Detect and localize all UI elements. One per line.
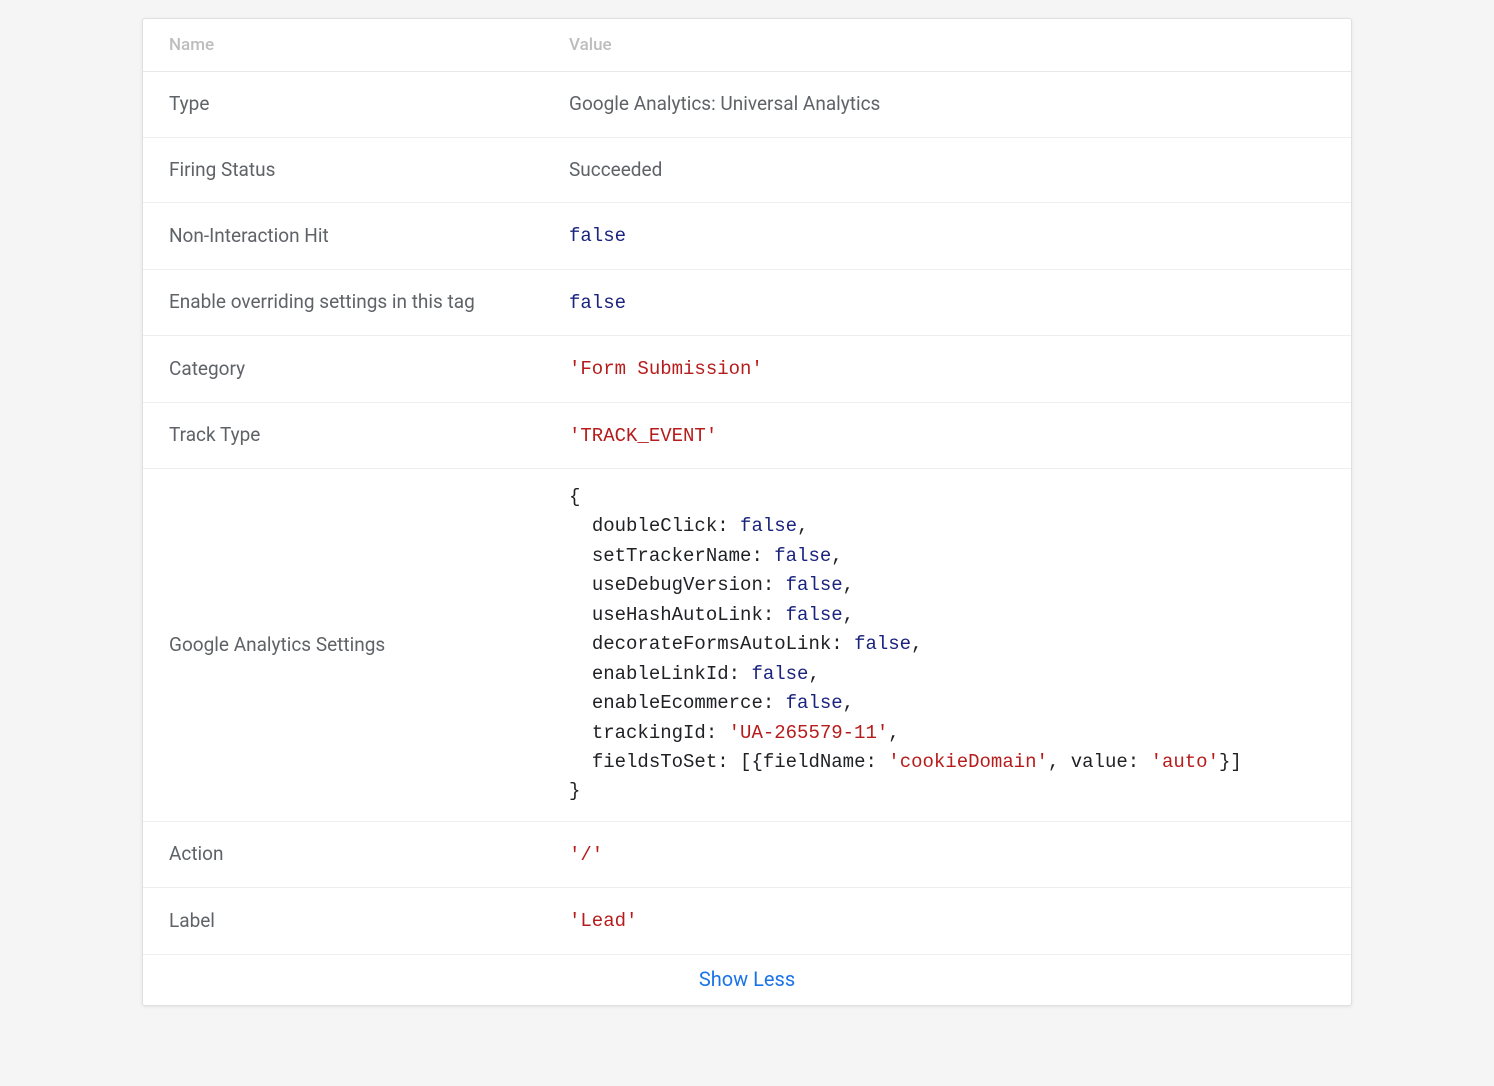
table-row: Track Type 'TRACK_EVENT' (143, 402, 1351, 469)
tag-details-table: Name Value Type Google Analytics: Univer… (143, 19, 1351, 955)
tag-details-card: Name Value Type Google Analytics: Univer… (142, 18, 1352, 1006)
row-name-label: Label (143, 888, 543, 955)
table-row: Google Analytics Settings { doubleClick:… (143, 469, 1351, 822)
row-name-ga-settings: Google Analytics Settings (143, 469, 543, 822)
table-row: Enable overriding settings in this tag f… (143, 269, 1351, 336)
row-value-non-interaction: false (543, 203, 1351, 270)
show-less-button[interactable]: Show Less (699, 967, 795, 991)
row-name-firing-status: Firing Status (143, 137, 543, 203)
table-row: Firing Status Succeeded (143, 137, 1351, 203)
column-header-value: Value (543, 19, 1351, 72)
row-value-ga-settings: { doubleClick: false, setTrackerName: fa… (543, 469, 1351, 822)
card-footer: Show Less (143, 955, 1351, 1005)
row-value-type: Google Analytics: Universal Analytics (543, 72, 1351, 138)
row-value-firing-status: Succeeded (543, 137, 1351, 203)
table-row: Category 'Form Submission' (143, 336, 1351, 403)
row-name-enable-override: Enable overriding settings in this tag (143, 269, 543, 336)
row-name-non-interaction: Non-Interaction Hit (143, 203, 543, 270)
row-name-type: Type (143, 72, 543, 138)
column-header-name: Name (143, 19, 543, 72)
row-name-action: Action (143, 821, 543, 888)
row-value-track-type: 'TRACK_EVENT' (543, 402, 1351, 469)
table-row: Type Google Analytics: Universal Analyti… (143, 72, 1351, 138)
row-name-track-type: Track Type (143, 402, 543, 469)
row-value-category: 'Form Submission' (543, 336, 1351, 403)
row-value-label: 'Lead' (543, 888, 1351, 955)
table-row: Non-Interaction Hit false (143, 203, 1351, 270)
row-name-category: Category (143, 336, 543, 403)
row-value-action: '/' (543, 821, 1351, 888)
table-row: Label 'Lead' (143, 888, 1351, 955)
row-value-enable-override: false (543, 269, 1351, 336)
table-row: Action '/' (143, 821, 1351, 888)
ga-settings-code: { doubleClick: false, setTrackerName: fa… (569, 483, 1325, 807)
